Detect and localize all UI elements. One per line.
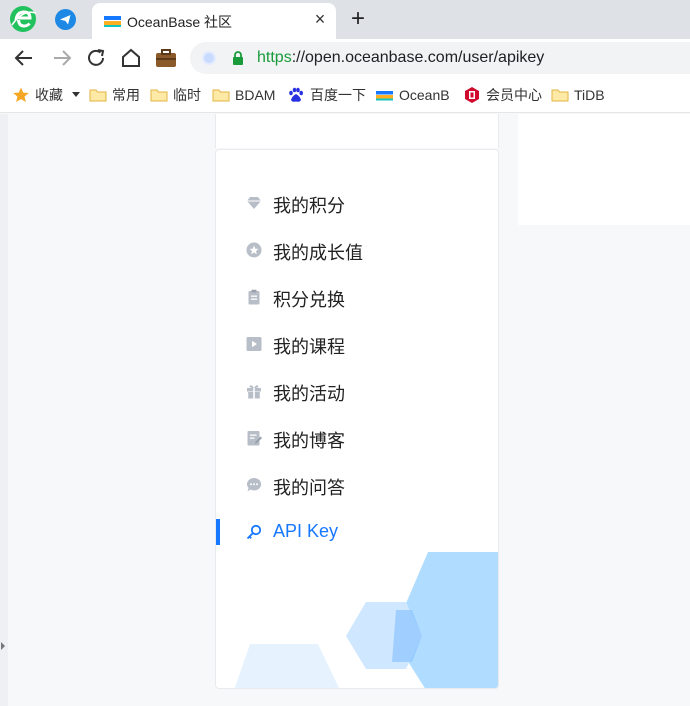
bookmark-label: 临时 — [173, 87, 201, 103]
forward-arrow-icon[interactable] — [50, 46, 74, 70]
bookmark-label: TiDB — [574, 87, 605, 103]
bookmark-dropdown-caret-icon[interactable] — [72, 92, 80, 97]
baidu-icon — [289, 87, 303, 102]
url-scheme: https — [257, 49, 292, 66]
home-icon[interactable] — [119, 46, 143, 70]
browser-toolbar: https://open.oceanbase.com/user/apikey — [0, 39, 690, 77]
video-icon — [246, 337, 262, 351]
lock-icon — [233, 51, 243, 65]
menu-item-my-growth[interactable]: 我的成长值 — [216, 230, 498, 270]
key-icon — [246, 524, 262, 540]
briefcase-icon[interactable] — [154, 46, 178, 70]
reload-icon[interactable] — [84, 46, 108, 70]
diamond-icon — [247, 197, 261, 209]
new-tab-button[interactable]: + — [347, 7, 369, 31]
browser-logo-icon[interactable] — [9, 5, 37, 33]
tab-oceanbase[interactable]: OceanBase 社区 × — [92, 3, 336, 39]
huawei-icon — [465, 87, 479, 103]
menu-item-my-courses[interactable]: 我的课程 — [216, 324, 498, 364]
tab-close-icon[interactable]: × — [310, 9, 330, 29]
active-indicator — [216, 519, 220, 545]
star-icon — [13, 87, 29, 102]
tab-title: OceanBase 社区 — [127, 14, 233, 30]
menu-label: 我的成长值 — [273, 243, 363, 263]
bookmark-label: 会员中心 — [486, 87, 542, 103]
oceanbase-icon — [376, 91, 393, 101]
expand-caret-icon[interactable] — [1, 642, 5, 650]
url-text: https://open.oceanbase.com/user/apikey — [257, 49, 544, 67]
folder-icon — [150, 89, 168, 102]
folder-icon — [89, 89, 107, 102]
folder-icon — [212, 89, 230, 102]
user-center-menu: 我的积分 我的成长值 积分兑换 我的课程 我的活动 我的博客 我的问答 API … — [215, 149, 499, 689]
bookmark-label: OceanB — [399, 87, 450, 103]
folder-icon — [551, 89, 569, 102]
bookmarks-bar: 收藏 常用 临时 BDAM 百度一下 OceanB 会员中心 TiDB — [0, 77, 690, 113]
site-info-icon[interactable] — [202, 51, 216, 65]
menu-item-my-qa[interactable]: 我的问答 — [216, 465, 498, 505]
bookmark-label: 常用 — [112, 87, 140, 103]
menu-item-my-blog[interactable]: 我的博客 — [216, 418, 498, 458]
edit-doc-icon — [247, 431, 262, 446]
content-panel — [518, 114, 690, 225]
menu-label: 我的博客 — [273, 431, 345, 451]
menu-label: 我的活动 — [273, 384, 345, 404]
side-collapse-strip[interactable] — [0, 114, 8, 706]
menu-item-my-events[interactable]: 我的活动 — [216, 371, 498, 411]
page-content: 我的积分 我的成长值 积分兑换 我的课程 我的活动 我的博客 我的问答 API … — [0, 114, 690, 706]
menu-label: 我的积分 — [273, 196, 345, 216]
bookmark-label: BDAM — [235, 87, 276, 103]
gift-icon — [247, 385, 261, 399]
browser-tabstrip: OceanBase 社区 × + — [0, 0, 690, 39]
user-profile-card — [215, 114, 499, 148]
oceanbase-favicon-icon — [104, 16, 121, 27]
menu-item-points-exchange[interactable]: 积分兑换 — [216, 277, 498, 317]
menu-label: 积分兑换 — [273, 290, 345, 310]
menu-label: API Key — [273, 521, 339, 541]
chat-bubble-icon — [247, 477, 262, 492]
bookmark-label: 百度一下 — [310, 87, 366, 103]
back-arrow-icon[interactable] — [12, 46, 36, 70]
clipboard-icon — [248, 289, 260, 305]
bookmark-label: 收藏 — [35, 87, 63, 103]
menu-label: 我的问答 — [273, 478, 345, 498]
menu-label: 我的课程 — [273, 337, 345, 357]
menu-item-my-points[interactable]: 我的积分 — [216, 183, 498, 223]
address-bar[interactable]: https://open.oceanbase.com/user/apikey — [190, 42, 690, 74]
telegram-icon[interactable] — [55, 9, 76, 30]
url-rest: ://open.oceanbase.com/user/apikey — [291, 49, 545, 66]
star-badge-icon — [246, 242, 262, 258]
menu-item-api-key[interactable]: API Key — [216, 512, 498, 552]
